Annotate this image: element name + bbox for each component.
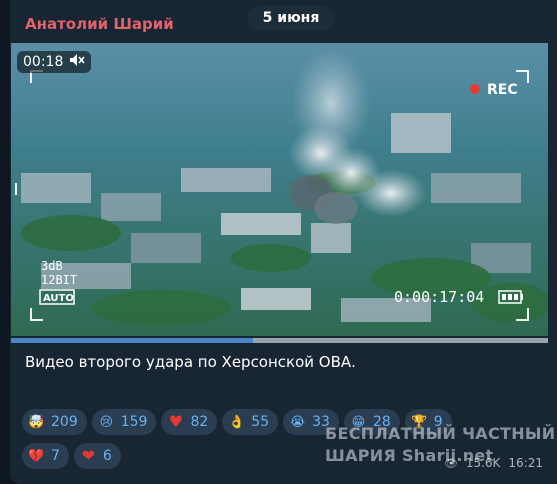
reaction-crying-face[interactable]: 😢 159: [91, 409, 157, 435]
video-player[interactable]: REC 3dB 12BIT AUTO 0:00:17:04: [11, 43, 548, 336]
reaction-red-heart[interactable]: ♥ 82: [161, 409, 218, 435]
video-frame: REC 3dB 12BIT AUTO 0:00:17:04: [11, 43, 548, 336]
reaction-exploding-head[interactable]: 🤯 209: [22, 409, 87, 435]
watermark-line1: БЕСПЛАТНЫЙ ЧАСТНЫЙ: [325, 424, 556, 443]
red-heart-icon: ♥: [168, 412, 184, 431]
reaction-count: 82: [190, 414, 209, 430]
sender-name[interactable]: Анатолий Шарий: [25, 15, 174, 33]
exploding-head-icon: 🤯: [28, 414, 45, 430]
reaction-count: 6: [102, 448, 112, 464]
reaction-count: 159: [120, 414, 148, 430]
heart-on-fire-icon: ❤: [81, 446, 96, 465]
audio-level-label: 3dB: [41, 259, 63, 273]
video-progress-fill: [11, 338, 253, 343]
view-count: 15.6K: [465, 456, 501, 470]
speaker-muted-icon[interactable]: [69, 53, 85, 71]
timecode-label: 0:00:17:04: [394, 288, 484, 306]
auto-label: AUTO: [43, 293, 74, 304]
video-time: 00:18: [23, 54, 64, 70]
watermark-line2: ШАРИЯ: [325, 446, 397, 465]
video-time-badge[interactable]: 00:18: [17, 51, 92, 73]
eye-icon: 👁: [443, 456, 458, 470]
broken-heart-icon: 💔: [28, 448, 45, 464]
reaction-heart-on-fire[interactable]: ❤ 6: [73, 443, 121, 469]
date-separator: 5 июня: [247, 5, 335, 31]
reaction-count: 209: [51, 414, 78, 430]
message-meta: 👁 15.6K 16:21: [444, 456, 543, 470]
rec-label: REC: [487, 82, 518, 98]
crying-face-icon: 😢: [99, 414, 114, 430]
bit-depth-label: 12BIT: [41, 273, 77, 287]
reaction-count: 55: [251, 414, 270, 430]
reaction-ok-hand[interactable]: 👌 55: [222, 409, 279, 435]
video-progress-bar[interactable]: [11, 338, 548, 343]
reaction-count: 7: [51, 448, 60, 464]
message-caption: Видео второго удара по Херсонской ОВА.: [25, 353, 356, 371]
message-time: 16:21: [508, 456, 543, 470]
ok-hand-icon: 👌: [228, 414, 245, 430]
sobbing-face-icon: 😭: [290, 414, 306, 430]
reaction-broken-heart[interactable]: 💔 7: [22, 443, 69, 469]
